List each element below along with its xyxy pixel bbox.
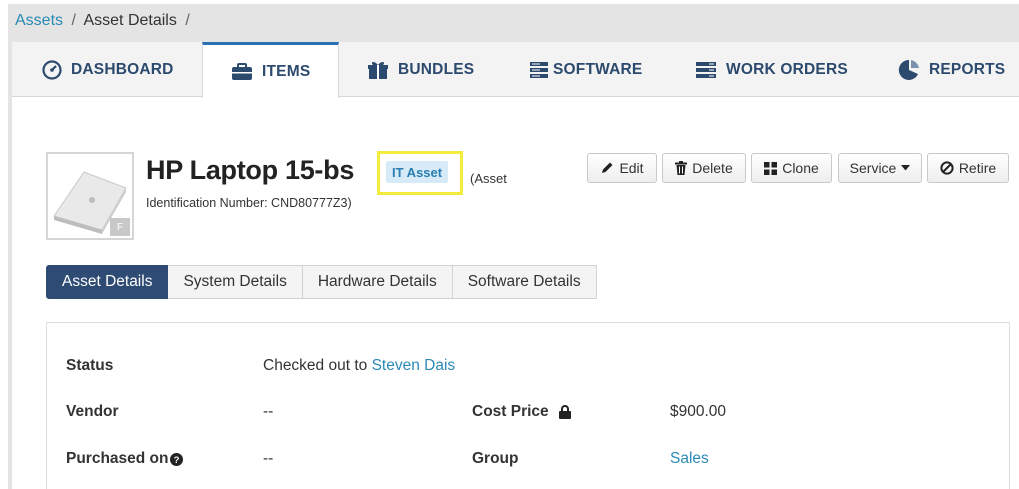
retire-button-label: Retire [958,160,997,176]
breadcrumb-separator-trailing: / [185,12,190,29]
clone-button-label: Clone [782,160,819,176]
tab-software[interactable]: SOFTWARE [529,42,642,97]
delete-button[interactable]: Delete [662,153,746,183]
page-title: HP Laptop 15-bs [146,155,355,185]
tab-reports-label: REPORTS [929,60,1006,78]
cost-price-value: $900.00 [670,403,727,420]
delete-button-label: Delete [692,160,733,176]
breadcrumb-current: Asset Details [83,12,177,29]
clone-button[interactable]: Clone [751,153,832,183]
group-label-text: Group [472,450,519,467]
tab-dashboard[interactable]: DASHBOARD [42,42,174,97]
tab-items-label: ITEMS [262,62,311,80]
main-nav: DASHBOARD ITEMS BUNDLES SOFTWARE WORK OR… [12,42,1019,98]
tab-system-details[interactable]: System Details [168,265,303,299]
breadcrumb-assets-link[interactable]: Assets [15,12,63,29]
left-gutter [8,42,12,489]
group-link[interactable]: Sales [670,450,709,467]
gift-icon [367,60,389,80]
ban-icon [940,161,954,175]
asset-type-badge: IT Asset [386,161,449,183]
detail-tabs: Asset Details System Details Hardware De… [46,265,597,299]
status-prefix: Checked out to [263,357,372,374]
group-value: Sales [670,450,709,468]
status-label-text: Status [66,357,114,374]
tab-dashboard-label: DASHBOARD [71,60,174,78]
dashboard-gauge-icon [42,59,62,80]
pie-chart-icon [898,59,920,81]
question-circle-icon[interactable]: ? [169,452,183,466]
purchased-on-value: -- [263,450,274,467]
edit-button[interactable]: Edit [587,153,657,183]
tab-work-orders[interactable]: WORK ORDERS [695,42,848,97]
edit-button-label: Edit [619,160,644,176]
tab-items[interactable]: ITEMS [202,42,340,98]
purchased-on-label: Purchased on ? [66,450,183,468]
cost-price-label-text: Cost Price [472,403,549,420]
vendor-value: -- [263,403,274,420]
server-icon [529,61,549,79]
checked-out-user-link[interactable]: Steven Dais [372,357,456,374]
lock-icon [558,405,571,419]
purchased-on-label-text: Purchased on [66,450,169,467]
vendor-label: Vendor [66,403,119,421]
service-dropdown-button[interactable]: Service [838,153,922,183]
asset-thumbnail[interactable]: F [46,152,134,240]
status-label: Status [66,357,113,375]
cost-price-label: Cost Price [472,403,571,421]
breadcrumb: Assets / Asset Details / [8,4,1019,42]
retire-button[interactable]: Retire [927,153,1009,183]
asset-paren-text: (Asset [470,171,507,186]
tab-software-details[interactable]: Software Details [452,265,597,299]
caret-down-icon [901,165,911,171]
identification-number: Identification Number: CND80777Z3) [146,196,352,210]
tab-software-label: SOFTWARE [553,60,643,78]
work-orders-icon [695,61,717,79]
group-label: Group [472,450,519,468]
tab-reports[interactable]: REPORTS [898,42,1005,97]
briefcase-icon [231,62,253,81]
tab-bundles[interactable]: BUNDLES [367,42,474,97]
svg-text:?: ? [173,455,179,466]
tab-asset-details[interactable]: Asset Details [46,265,169,299]
pencil-icon [600,161,614,175]
trash-icon [675,161,688,175]
status-value: Checked out to Steven Dais [263,357,455,375]
tab-hardware-details[interactable]: Hardware Details [302,265,453,299]
tab-bundles-label: BUNDLES [398,60,475,78]
grid-icon [764,161,778,175]
tab-work-orders-label: WORK ORDERS [726,60,848,78]
thumbnail-badge: F [110,218,130,236]
service-button-label: Service [849,160,897,176]
vendor-label-text: Vendor [66,403,119,420]
breadcrumb-separator: / [71,12,76,29]
